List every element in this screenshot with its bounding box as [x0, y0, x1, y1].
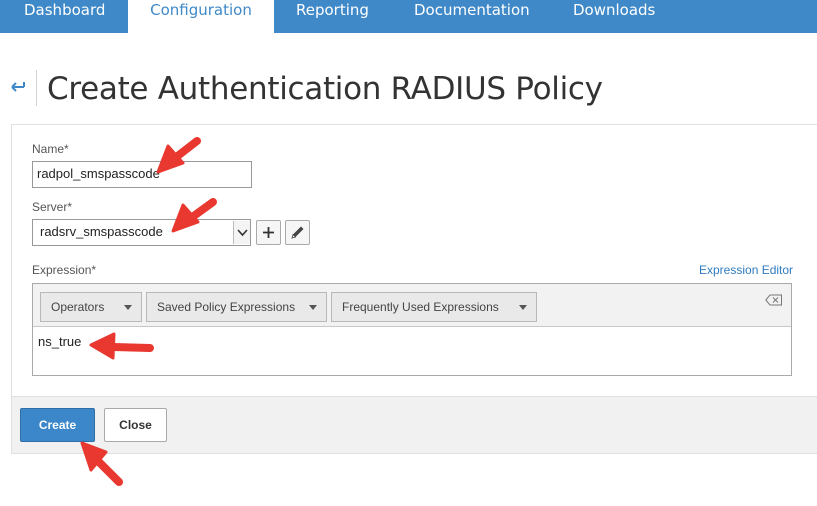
saved-policy-expressions-label: Saved Policy Expressions [157, 300, 296, 314]
edit-server-button[interactable] [285, 220, 310, 245]
tab-configuration[interactable]: Configuration [128, 0, 274, 33]
operators-label: Operators [51, 300, 105, 314]
back-arrow-icon[interactable] [10, 78, 26, 94]
create-button[interactable]: Create [20, 408, 95, 442]
add-server-button[interactable] [256, 220, 281, 245]
close-button[interactable]: Close [104, 408, 167, 442]
top-navigation: Dashboard Configuration Reporting Docume… [0, 0, 817, 33]
tab-downloads[interactable]: Downloads [573, 0, 655, 33]
server-select[interactable]: radsrv_smspasscode [32, 219, 251, 246]
caret-down-icon [124, 305, 132, 310]
operators-dropdown[interactable]: Operators [40, 292, 142, 322]
plus-icon [263, 227, 274, 238]
tab-reporting[interactable]: Reporting [296, 0, 369, 33]
caret-down-icon [309, 305, 317, 310]
name-label: Name* [32, 142, 69, 156]
header-divider [36, 70, 37, 106]
frequently-used-expressions-label: Frequently Used Expressions [342, 300, 499, 314]
tab-dashboard[interactable]: Dashboard [0, 0, 128, 33]
page-title: Create Authentication RADIUS Policy [47, 71, 603, 107]
expression-editor-link[interactable]: Expression Editor [699, 263, 793, 277]
server-label: Server* [32, 200, 73, 214]
expression-input[interactable]: ns_true [38, 334, 81, 349]
clear-icon[interactable] [765, 293, 783, 306]
pencil-icon [291, 226, 304, 239]
expression-label: Expression* [32, 263, 97, 277]
saved-policy-expressions-dropdown[interactable]: Saved Policy Expressions [146, 292, 327, 322]
chevron-down-icon[interactable] [233, 221, 250, 244]
caret-down-icon [519, 305, 527, 310]
tab-documentation[interactable]: Documentation [414, 0, 530, 33]
name-input[interactable]: radpol_smspasscode [32, 161, 252, 188]
frequently-used-expressions-dropdown[interactable]: Frequently Used Expressions [331, 292, 537, 322]
